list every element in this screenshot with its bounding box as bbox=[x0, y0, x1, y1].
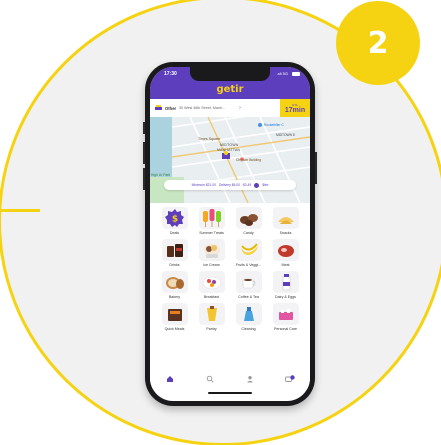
category-label: Personal Care bbox=[274, 327, 297, 331]
eta-value: 17min bbox=[284, 106, 306, 114]
category-label: Dairy & Eggs bbox=[275, 295, 296, 299]
phone-notch bbox=[190, 67, 270, 81]
profile-icon[interactable] bbox=[241, 372, 259, 386]
category-label: Ice Cream bbox=[203, 263, 220, 267]
category-label: Snacks bbox=[279, 231, 292, 235]
ice-cream-icon bbox=[198, 239, 225, 261]
getir-logo: getir bbox=[216, 84, 244, 95]
home-icon[interactable] bbox=[161, 372, 179, 386]
category-item-personal-care[interactable]: Personal Care bbox=[267, 303, 304, 335]
category-item-snacks[interactable]: Snacks bbox=[267, 207, 304, 239]
status-network: all 5G bbox=[277, 71, 288, 76]
breakfast-icon bbox=[198, 271, 225, 293]
delivery-fee: Delivery $6.00 - $3.49 bbox=[218, 183, 252, 187]
map-graphic bbox=[150, 117, 310, 203]
map-label-rockefeller: Rockefeller C bbox=[264, 123, 284, 127]
banana-icon bbox=[235, 239, 262, 261]
bread-icon bbox=[161, 271, 188, 293]
category-label: Meat bbox=[281, 263, 290, 267]
pantry-icon bbox=[198, 303, 225, 325]
category-label: Bakery bbox=[168, 295, 181, 299]
category-item-candy[interactable]: Candy bbox=[230, 207, 267, 239]
category-item-deals[interactable]: $ Deals bbox=[156, 207, 193, 239]
address-label: Other bbox=[165, 105, 177, 111]
map-label-manhattan: MANHATTAN bbox=[217, 148, 241, 152]
category-item-quick-meals[interactable]: Quick Meals bbox=[156, 303, 193, 335]
map-label-times-square: Times Square bbox=[198, 137, 221, 141]
category-item-drinks[interactable]: Drinks bbox=[156, 239, 193, 271]
category-item-summer-treats[interactable]: Summer Treats bbox=[193, 207, 230, 239]
category-item-pantry[interactable]: Pantry bbox=[193, 303, 230, 335]
map-label-midtown-east: MIDTOWN E bbox=[276, 133, 296, 137]
category-item-dairy[interactable]: Dairy & Eggs bbox=[267, 271, 304, 303]
popsicle-icon bbox=[198, 207, 225, 229]
category-label: Quick Meals bbox=[164, 327, 185, 331]
address-text: 30 West 46th Street, Manh... bbox=[179, 106, 225, 110]
eta-badge: ETA 17min bbox=[280, 99, 310, 117]
drinks-icon bbox=[161, 239, 188, 261]
map-label-midtown: MIDTOWN bbox=[220, 143, 239, 147]
quick-meals-icon bbox=[161, 303, 188, 325]
personal-care-icon bbox=[272, 303, 299, 325]
info-icon bbox=[254, 182, 260, 188]
category-grid: $ Deals Summer Treats Candy Snacks Drink… bbox=[156, 207, 304, 335]
bottom-tab-bar bbox=[150, 369, 310, 389]
category-label: Cleaning bbox=[241, 327, 256, 331]
meat-icon bbox=[272, 239, 299, 261]
address-bar[interactable]: Other 30 West 46th Street, Manh... › ETA… bbox=[150, 99, 310, 117]
cart-icon[interactable] bbox=[281, 372, 299, 386]
category-label: Candy bbox=[243, 231, 254, 235]
location-icon bbox=[155, 104, 162, 112]
category-item-ice-cream[interactable]: Ice Cream bbox=[193, 239, 230, 271]
candy-icon bbox=[235, 207, 262, 229]
category-label: Drinks bbox=[169, 263, 180, 267]
status-time: 17:30 bbox=[164, 71, 177, 77]
connector-line bbox=[0, 209, 40, 212]
map-label-park: High Lir Park bbox=[151, 173, 171, 177]
deals-icon: $ bbox=[161, 207, 188, 229]
category-item-breakfast[interactable]: Breakfast bbox=[193, 271, 230, 303]
chevron-right-icon[interactable]: › bbox=[239, 105, 241, 111]
app-screen: 17:30 all 5G getir Other 30 West 46th St… bbox=[150, 67, 310, 401]
category-label: Coffee & Tea bbox=[238, 295, 259, 299]
map-view[interactable]: Times Square MIDTOWN MANHATTAN Chrysler … bbox=[150, 117, 310, 203]
battery-icon bbox=[292, 72, 300, 76]
delivery-info-banner: Minimum $21.00 Delivery $6.00 - $3.49 $i… bbox=[164, 180, 296, 190]
coffee-icon bbox=[235, 271, 262, 293]
cleaning-icon bbox=[235, 303, 262, 325]
category-item-meat[interactable]: Meat bbox=[267, 239, 304, 271]
map-label-chrysler: Chrysler Building bbox=[236, 158, 261, 162]
category-label: Fruits & Veggi... bbox=[235, 263, 262, 267]
step-number-badge: 2 bbox=[336, 1, 420, 85]
step-illustration: 2 17:30 all 5G getir Other 30 West 46th … bbox=[0, 0, 441, 445]
category-label: Deals bbox=[169, 231, 180, 235]
category-item-fruits[interactable]: Fruits & Veggi... bbox=[230, 239, 267, 271]
delivery-extra: $itm bbox=[262, 183, 269, 187]
search-icon[interactable] bbox=[201, 372, 219, 386]
category-label: Summer Treats bbox=[199, 231, 224, 235]
category-label: Pantry bbox=[206, 327, 217, 331]
phone-mockup: 17:30 all 5G getir Other 30 West 46th St… bbox=[143, 62, 317, 406]
category-item-bakery[interactable]: Bakery bbox=[156, 271, 193, 303]
milk-icon bbox=[272, 271, 299, 293]
svg-text:$: $ bbox=[171, 215, 177, 225]
minimum-order: Minimum $21.00 bbox=[191, 183, 216, 187]
category-label: Breakfast bbox=[203, 295, 220, 299]
home-indicator bbox=[208, 392, 252, 394]
snacks-icon bbox=[272, 207, 299, 229]
category-item-cleaning[interactable]: Cleaning bbox=[230, 303, 267, 335]
category-item-coffee[interactable]: Coffee & Tea bbox=[230, 271, 267, 303]
